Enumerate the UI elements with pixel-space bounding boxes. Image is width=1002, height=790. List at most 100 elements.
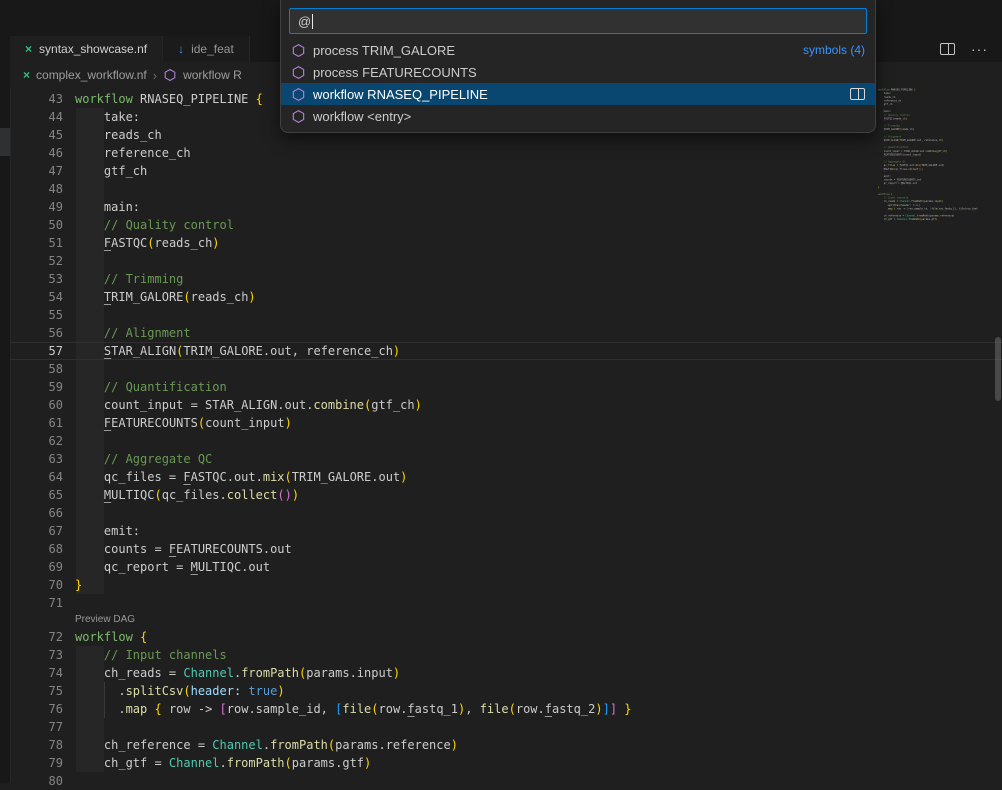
code-line[interactable]: 52 (10, 252, 1002, 270)
line-number: 72 (10, 628, 63, 646)
line-number: 52 (10, 252, 63, 270)
left-rail-indicator[interactable] (0, 128, 10, 156)
line-number: 57 (10, 342, 63, 360)
code-line[interactable]: 55 (10, 306, 1002, 324)
line-number: 44 (10, 108, 63, 126)
quick-pick-item[interactable]: process TRIM_GALOREsymbols (4) (281, 39, 875, 61)
code-line[interactable]: 61 FEATURECOUNTS(count_input) (10, 414, 1002, 432)
code-line[interactable]: 62 (10, 432, 1002, 450)
code-line[interactable]: 74 ch_reads = Channel.fromPath(params.in… (10, 664, 1002, 682)
breadcrumb-file[interactable]: complex_workflow.nf (36, 68, 147, 82)
code-line[interactable]: 56 // Alignment (10, 324, 1002, 342)
code-text: .map { row -> [row.sample_id, [file(row.… (75, 700, 632, 718)
code-line[interactable]: 77 (10, 718, 1002, 736)
code-line[interactable]: 64 qc_files = FASTQC.out.mix(TRIM_GALORE… (10, 468, 1002, 486)
code-line[interactable]: 72 workflow { (10, 628, 1002, 646)
code-line[interactable]: 67 emit: (10, 522, 1002, 540)
code-line[interactable]: 76 .map { row -> [row.sample_id, [file(r… (10, 700, 1002, 718)
quick-pick-item[interactable]: workflow RNASEQ_PIPELINE (281, 83, 875, 105)
code-line[interactable]: 70} (10, 576, 1002, 594)
code-line[interactable]: 59 // Quantification (10, 378, 1002, 396)
code-line[interactable]: 78 ch_reference = Channel.fromPath(param… (10, 736, 1002, 754)
code-line[interactable]: 49 main: (10, 198, 1002, 216)
code-line[interactable]: 58 (10, 360, 1002, 378)
line-number: 60 (10, 396, 63, 414)
line-number: 49 (10, 198, 63, 216)
symbol-icon (291, 43, 306, 58)
quick-pick-item[interactable]: process FEATURECOUNTS (281, 61, 875, 83)
code-line[interactable]: 63 // Aggregate QC (10, 450, 1002, 468)
code-line[interactable]: 73 // Input channels (10, 646, 1002, 664)
line-number: 48 (10, 180, 63, 198)
code-text: workflow { (75, 628, 147, 646)
line-number: 58 (10, 360, 63, 378)
code-line[interactable]: 69 qc_report = MULTIQC.out (10, 558, 1002, 576)
nextflow-icon: × (25, 42, 32, 56)
code-line[interactable]: 60 count_input = STAR_ALIGN.out.combine(… (10, 396, 1002, 414)
code-text: reference_ch (75, 144, 191, 162)
code-line[interactable]: 51 FASTQC(reads_ch) (10, 234, 1002, 252)
codelens-preview-dag[interactable]: Preview DAG (10, 612, 1002, 628)
code-line[interactable]: 66 (10, 504, 1002, 522)
tab-syntax-showcase[interactable]: × syntax_showcase.nf (10, 36, 163, 62)
code-text: // Alignment (75, 324, 191, 342)
split-editor-icon[interactable] (940, 43, 955, 55)
code-line[interactable]: 48 (10, 180, 1002, 198)
code-line[interactable]: 47 gtf_ch (10, 162, 1002, 180)
code-line[interactable]: 75 .splitCsv(header: true) (10, 682, 1002, 700)
code-line[interactable]: 79 ch_gtf = Channel.fromPath(params.gtf) (10, 754, 1002, 772)
symbol-icon (163, 68, 177, 82)
line-number: 50 (10, 216, 63, 234)
line-number: 43 (10, 90, 63, 108)
line-number: 54 (10, 288, 63, 306)
code-line[interactable]: 65 MULTIQC(qc_files.collect()) (10, 486, 1002, 504)
code-line[interactable]: 80 (10, 772, 1002, 790)
line-number: 45 (10, 126, 63, 144)
breadcrumb-symbol[interactable]: workflow R (183, 68, 242, 82)
code-line[interactable]: 68 counts = FEATURECOUNTS.out (10, 540, 1002, 558)
line-number: 73 (10, 646, 63, 664)
code-text: MULTIQC(qc_files.collect()) (75, 486, 299, 504)
line-number: 75 (10, 682, 63, 700)
scrollbar-thumb[interactable] (995, 337, 1001, 401)
line-number: 66 (10, 504, 63, 522)
line-number: 55 (10, 306, 63, 324)
symbol-icon (291, 87, 306, 102)
code-text: counts = FEATURECOUNTS.out (75, 540, 292, 558)
quick-open-input[interactable]: @ (289, 8, 867, 34)
line-number: 70 (10, 576, 63, 594)
code-line[interactable]: 54 TRIM_GALORE(reads_ch) (10, 288, 1002, 306)
more-actions-icon[interactable]: ··· (971, 44, 988, 54)
code-line[interactable]: 50 // Quality control (10, 216, 1002, 234)
query-text: @ (298, 14, 311, 29)
code-line[interactable]: 57 STAR_ALIGN(TRIM_GALORE.out, reference… (10, 342, 1002, 360)
code-text: qc_files = FASTQC.out.mix(TRIM_GALORE.ou… (75, 468, 407, 486)
quick-pick-item[interactable]: workflow <entry> (281, 105, 875, 127)
symbol-icon (291, 109, 306, 124)
line-number: 80 (10, 772, 63, 790)
code-text: .splitCsv(header: true) (75, 682, 285, 700)
line-number: 61 (10, 414, 63, 432)
code-text: emit: (75, 522, 140, 540)
code-text: FEATURECOUNTS(count_input) (75, 414, 292, 432)
editor-actions: ··· (940, 36, 1002, 62)
code-line[interactable]: 71 (10, 594, 1002, 612)
code-text: // Trimming (75, 270, 183, 288)
quick-pick-item-label: process TRIM_GALORE (313, 43, 455, 58)
code-line[interactable]: 46 reference_ch (10, 144, 1002, 162)
code-text: } (75, 576, 82, 594)
text-caret (312, 14, 313, 29)
code-line[interactable]: 53 // Trimming (10, 270, 1002, 288)
code-editor[interactable]: 43workflow RNASEQ_PIPELINE {44 take:45 r… (10, 88, 1002, 783)
code-text: take: (75, 108, 140, 126)
quick-pick-list: process TRIM_GALOREsymbols (4) process FE… (281, 39, 875, 127)
tab-ide-features[interactable]: ↓ ide_feat (163, 36, 250, 62)
open-to-side-icon[interactable] (850, 88, 865, 100)
quick-pick-item-label: workflow <entry> (313, 109, 411, 124)
line-number: 63 (10, 450, 63, 468)
quick-pick-item-label: process FEATURECOUNTS (313, 65, 477, 80)
quick-pick-item-label: workflow RNASEQ_PIPELINE (313, 87, 488, 102)
code-text: // Quality control (75, 216, 234, 234)
line-number: 77 (10, 718, 63, 736)
chevron-right-icon: › (153, 68, 157, 83)
